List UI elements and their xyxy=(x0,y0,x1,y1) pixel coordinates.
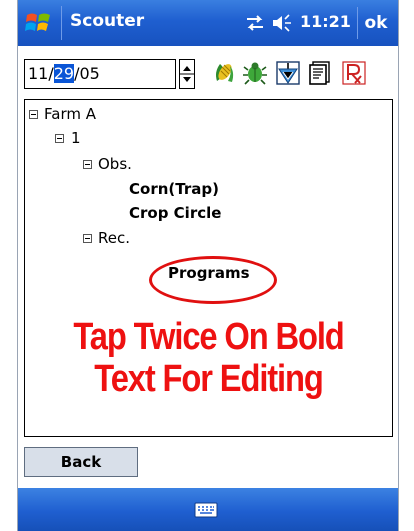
spinner-arrows-icon xyxy=(180,66,194,82)
bug-icon[interactable] xyxy=(242,60,268,86)
date-spinner[interactable] xyxy=(179,59,195,89)
collapse-obs-icon[interactable] xyxy=(83,160,92,169)
clock[interactable]: 11:21 xyxy=(300,12,351,31)
collapse-rec-icon[interactable] xyxy=(83,234,92,243)
tree-node-crop-circle[interactable]: Crop Circle xyxy=(129,204,221,222)
tree-node-corn-trap[interactable]: Corn(Trap) xyxy=(129,180,219,198)
trap-icon[interactable] xyxy=(275,60,301,86)
menu-bar xyxy=(18,488,398,531)
keyboard-icon[interactable] xyxy=(194,501,218,519)
tree-node-farm-a[interactable]: Farm A xyxy=(44,105,96,123)
ok-button[interactable]: ok xyxy=(357,7,394,39)
callout-line-2: Text For Editing xyxy=(94,358,324,400)
windows-start-icon[interactable] xyxy=(24,9,54,37)
instruction-callout: Tap Twice On Bold Text For Editing xyxy=(56,316,361,400)
date-picker-field[interactable]: 11/29/05 xyxy=(24,59,176,89)
back-button[interactable]: Back xyxy=(24,447,138,477)
tree-node-rec[interactable]: Rec. xyxy=(98,229,130,247)
tree-node-obs[interactable]: Obs. xyxy=(98,155,132,173)
highlight-ring xyxy=(149,256,277,304)
title-separator xyxy=(61,6,62,40)
toolbar: 11/29/05 xyxy=(18,46,398,98)
prescription-icon[interactable] xyxy=(341,60,367,86)
date-day-selected[interactable]: 29 xyxy=(53,64,75,83)
device-screen: Scouter 11:21 ok 11/29/05 Farm A 1 Obs. … xyxy=(17,0,399,531)
tree-view[interactable]: Farm A 1 Obs. Corn(Trap) Crop Circle Rec… xyxy=(24,99,393,437)
connectivity-icon[interactable] xyxy=(245,14,265,32)
tree-node-field-1[interactable]: 1 xyxy=(71,129,81,147)
collapse-field-1-icon[interactable] xyxy=(55,134,64,143)
collapse-farm-a-icon[interactable] xyxy=(29,110,38,119)
volume-icon[interactable] xyxy=(271,13,293,33)
callout-line-1: Tap Twice On Bold xyxy=(73,316,344,358)
notes-icon[interactable] xyxy=(307,60,333,86)
app-title: Scouter xyxy=(70,11,145,31)
title-bar: Scouter 11:21 ok xyxy=(18,0,398,46)
date-year: /05 xyxy=(74,64,100,83)
corn-icon[interactable] xyxy=(210,60,236,86)
date-month: 11/ xyxy=(28,64,54,83)
